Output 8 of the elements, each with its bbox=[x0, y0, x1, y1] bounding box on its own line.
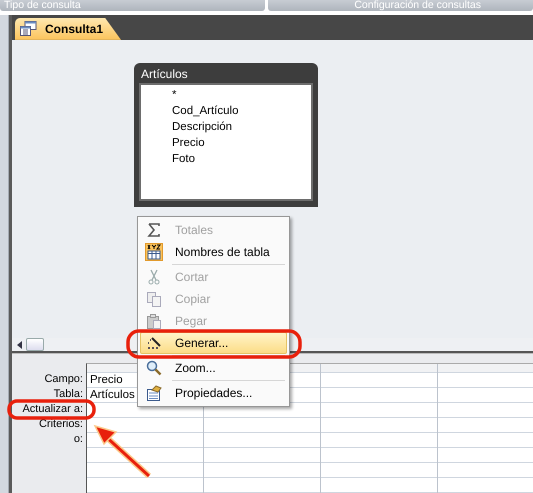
row-label: Criterios: bbox=[38, 417, 83, 432]
row-label: Campo: bbox=[44, 372, 83, 387]
row-label: Actualizar a: bbox=[22, 402, 83, 417]
ribbon-group-label: Configuración de consultas bbox=[354, 0, 481, 11]
row-label: Tabla: bbox=[54, 387, 83, 402]
ribbon-group-label: Tipo de consulta bbox=[4, 0, 81, 11]
row-label: o: bbox=[74, 432, 83, 447]
table-title: Artículos bbox=[140, 66, 189, 83]
